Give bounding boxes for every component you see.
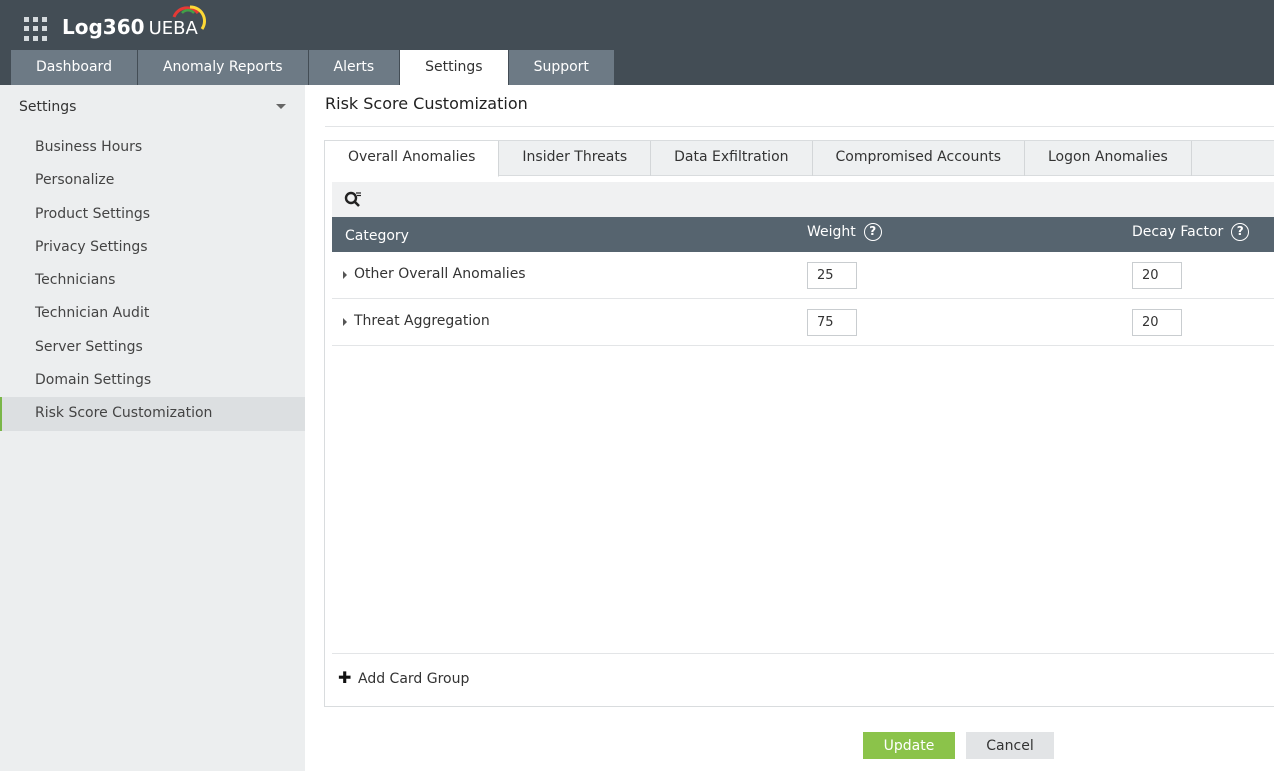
tab-alerts[interactable]: Alerts xyxy=(308,50,401,85)
tab-support[interactable]: Support xyxy=(508,50,615,85)
plus-icon: ✚ xyxy=(338,668,352,687)
tab-compromised-accounts[interactable]: Compromised Accounts xyxy=(813,141,1025,176)
column-weight-label: Weight xyxy=(807,224,856,240)
table-row: Threat Aggregation xyxy=(332,299,1274,346)
weight-input[interactable] xyxy=(807,309,857,336)
help-icon[interactable]: ? xyxy=(1231,223,1250,241)
sidebar-item-business-hours[interactable]: Business Hours xyxy=(0,131,305,164)
tab-anomaly-reports[interactable]: Anomaly Reports xyxy=(137,50,309,85)
sidebar-header[interactable]: Settings xyxy=(19,99,289,119)
sidebar-item-server-settings[interactable]: Server Settings xyxy=(0,331,305,364)
table-row: Other Overall Anomalies xyxy=(332,252,1274,299)
caret-down-icon[interactable] xyxy=(276,104,286,109)
sidebar-item-technicians[interactable]: Technicians xyxy=(0,264,305,297)
page-title: Risk Score Customization xyxy=(325,94,528,113)
row-category[interactable]: Other Overall Anomalies xyxy=(354,266,526,282)
grid-header: Category Weight? Decay Factor? xyxy=(332,217,1274,252)
search-icon[interactable] xyxy=(344,191,362,209)
add-card-group-label: Add Card Group xyxy=(358,671,470,687)
sidebar-item-privacy-settings[interactable]: Privacy Settings xyxy=(0,231,305,264)
decay-factor-input[interactable] xyxy=(1132,262,1182,289)
weight-input[interactable] xyxy=(807,262,857,289)
risk-score-panel: Overall Anomalies Insider Threats Data E… xyxy=(324,140,1274,707)
decay-factor-input[interactable] xyxy=(1132,309,1182,336)
sidebar-item-risk-score-customization[interactable]: Risk Score Customization xyxy=(0,397,305,431)
category-tabs: Overall Anomalies Insider Threats Data E… xyxy=(325,141,1274,177)
logo-arc-icon xyxy=(172,5,206,30)
main-nav-tabs: Dashboard Anomaly Reports Alerts Setting… xyxy=(11,50,615,85)
row-category[interactable]: Threat Aggregation xyxy=(354,313,490,329)
tab-overall-anomalies[interactable]: Overall Anomalies xyxy=(325,141,500,177)
sidebar-item-personalize[interactable]: Personalize xyxy=(0,164,305,197)
tab-data-exfiltration[interactable]: Data Exfiltration xyxy=(651,141,813,176)
settings-sidebar: Settings Business Hours Personalize Prod… xyxy=(0,85,305,771)
add-card-group-link[interactable]: ✚ Add Card Group xyxy=(338,668,469,687)
tab-settings[interactable]: Settings xyxy=(400,50,509,85)
app-header: Log360 UEBA Dashboard Anomaly Reports Ale… xyxy=(0,0,1274,85)
column-decay-label: Decay Factor xyxy=(1132,224,1224,240)
tab-dashboard[interactable]: Dashboard xyxy=(11,50,138,85)
app-launcher-icon[interactable] xyxy=(24,17,48,41)
sidebar-item-product-settings[interactable]: Product Settings xyxy=(0,198,305,231)
help-icon[interactable]: ? xyxy=(863,223,882,241)
grid-search-bar xyxy=(332,182,1274,217)
footer-divider xyxy=(332,653,1274,654)
update-button[interactable]: Update xyxy=(863,732,955,759)
logo-brand: Log360 xyxy=(62,15,145,39)
title-divider xyxy=(325,126,1274,127)
column-header-decay-factor: Decay Factor? xyxy=(1132,215,1250,250)
expand-caret-icon[interactable] xyxy=(343,271,347,279)
expand-caret-icon[interactable] xyxy=(343,318,347,326)
sidebar-item-technician-audit[interactable]: Technician Audit xyxy=(0,297,305,330)
column-category-label: Category xyxy=(345,228,409,244)
sidebar-item-domain-settings[interactable]: Domain Settings xyxy=(0,364,305,397)
cancel-button[interactable]: Cancel xyxy=(966,732,1054,759)
tab-insider-threats[interactable]: Insider Threats xyxy=(499,141,652,176)
sidebar-menu: Business Hours Personalize Product Setti… xyxy=(0,131,305,431)
tab-logon-anomalies[interactable]: Logon Anomalies xyxy=(1025,141,1192,176)
column-header-category[interactable]: Category xyxy=(345,219,409,254)
column-header-weight: Weight? xyxy=(807,215,882,250)
